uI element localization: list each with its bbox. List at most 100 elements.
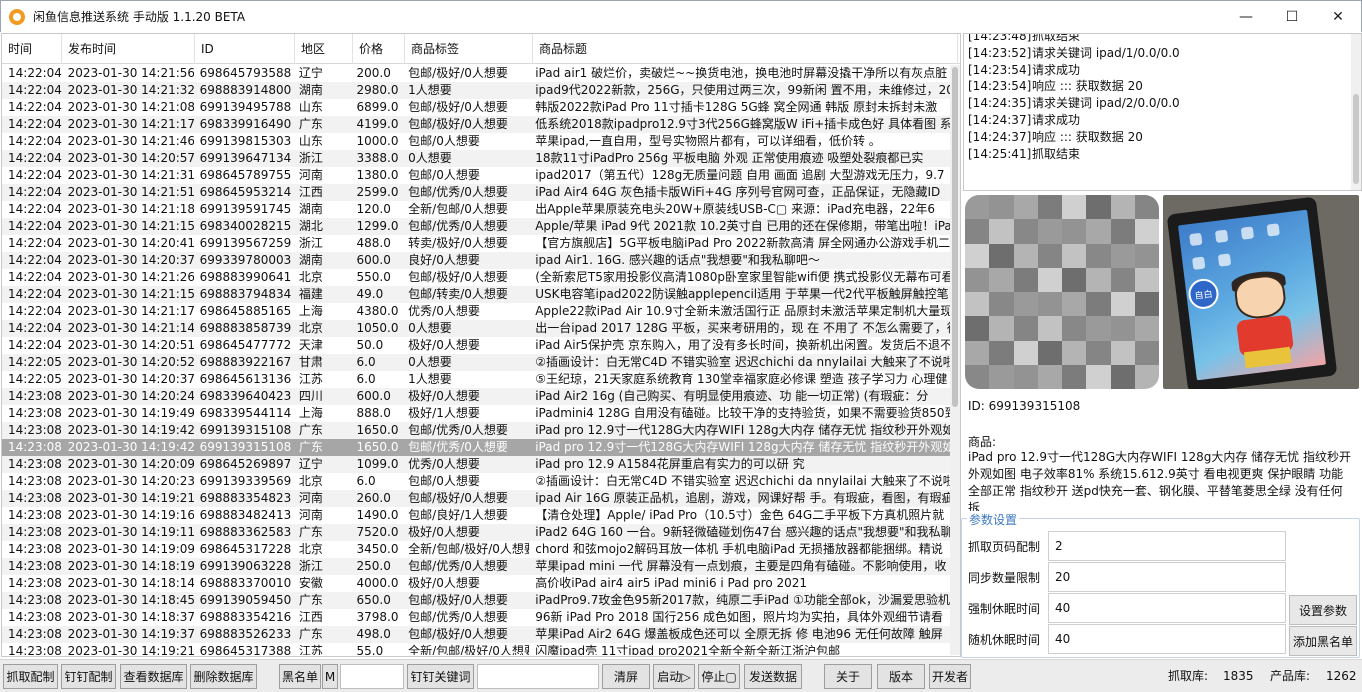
table-scrollbar-thumb[interactable] [952, 67, 958, 407]
column-header-tags[interactable]: 商品标签 [405, 34, 533, 64]
table-row[interactable]: 14:22:04 2023-01-30 14:21:15 698883794834 福… [2, 286, 951, 303]
table-cell: 福建 [298, 287, 323, 301]
send-data-button[interactable]: 发送数据 [744, 664, 802, 689]
table-cell: 包邮/极好/0人想要 [408, 117, 508, 131]
sync-limit-input[interactable]: 20 [1048, 562, 1286, 592]
table-row[interactable]: 14:23:08 2023-01-30 14:19:37 698883526233 广… [2, 626, 951, 643]
table-row[interactable]: 14:22:04 2023-01-30 14:21:17 698339916490 广… [2, 116, 951, 133]
table-row[interactable]: 14:22:04 2023-01-30 14:21:18 699139591745 湖… [2, 201, 951, 218]
table-cell: 上海 [298, 304, 323, 318]
table-cell: 闪魔ipad壳 11寸ipad pro2021全新全新全新江浙沪包邮 [535, 644, 841, 655]
table-cell: 全新/包邮/极好/0人想要 [408, 644, 530, 655]
table-row[interactable]: 14:22:04 2023-01-30 14:20:51 698645477772 天… [2, 337, 951, 354]
table-row[interactable]: 14:22:04 2023-01-30 14:21:46 699139815303 山… [2, 133, 951, 150]
table-row[interactable]: 14:23:08 2023-01-30 14:19:21 698645317388 江… [2, 643, 951, 655]
table-cell: 14:22:05 [8, 355, 62, 369]
table-row[interactable]: 14:23:08 2023-01-30 14:20:24 698339640423 四… [2, 388, 951, 405]
cartoon-character [1223, 268, 1303, 370]
column-header-id[interactable]: ID [195, 34, 295, 64]
random-sleep-input[interactable]: 40 [1048, 624, 1286, 654]
table-row[interactable]: 14:23:08 2023-01-30 14:19:49 698339544114 上… [2, 405, 951, 422]
table-cell: 2023-01-30 14:19:21 [67, 491, 194, 505]
table-row[interactable]: 14:23:08 2023-01-30 14:18:45 699139059450 广… [2, 592, 951, 609]
m-button[interactable]: M [322, 664, 338, 689]
table-row[interactable]: 14:23:08 2023-01-30 14:19:09 698645317228 北… [2, 541, 951, 558]
detail-goods-text: iPad pro 12.9寸一代128G大内存WIFI 128g大内存 储存无忧… [968, 450, 1351, 511]
log-scrollbar-thumb[interactable] [1353, 94, 1359, 184]
table-cell: 14:23:08 [8, 389, 62, 403]
table-cell: 2023-01-30 14:21:32 [67, 83, 194, 97]
blacklist-input[interactable] [340, 664, 404, 689]
log-scrollbar[interactable] [1351, 34, 1361, 190]
table-cell: Apple22款iPad Air 10.9寸全新未激活国行正 品原封未激活苹果定… [535, 304, 951, 318]
table-row[interactable]: 14:23:08 2023-01-30 14:18:37 698883354216 江… [2, 609, 951, 626]
dingding-keyword-input[interactable] [477, 664, 599, 689]
page-count-input[interactable]: 2 [1048, 531, 1286, 561]
developer-button[interactable]: 开发者 [929, 664, 971, 689]
version-button[interactable]: 版本 [877, 664, 925, 689]
table-row[interactable]: 14:22:04 2023-01-30 14:21:17 698645885165 上… [2, 303, 951, 320]
table-row[interactable]: 14:23:08 2023-01-30 14:18:19 699139063228 浙… [2, 558, 951, 575]
table-cell: 北京 [298, 542, 323, 556]
table-row[interactable]: 14:22:04 2023-01-30 14:21:51 698645953214 江… [2, 184, 951, 201]
table-row[interactable]: 14:22:05 2023-01-30 14:20:37 698645613136 江… [2, 371, 951, 388]
column-header-region[interactable]: 地区 [295, 34, 353, 64]
table-row[interactable]: 14:22:04 2023-01-30 14:21:31 698645789755 河… [2, 167, 951, 184]
table-cell: 安徽 [298, 576, 323, 590]
table-cell: 包邮/优秀/0人想要 [408, 559, 508, 573]
table-row[interactable]: 14:23:08 2023-01-30 14:19:21 698883354823 河… [2, 490, 951, 507]
clear-screen-button[interactable]: 清屏 [602, 664, 650, 689]
view-database-button[interactable]: 查看数据库 [120, 664, 187, 689]
table-cell: 包邮/优秀/0人想要 [408, 610, 508, 624]
tablet-screen: 自白 [1177, 209, 1327, 381]
table-row[interactable]: 14:23:08 2023-01-30 14:19:42 699139315108 广… [2, 422, 951, 439]
table-row[interactable]: 14:22:04 2023-01-30 14:20:57 699139647134 浙… [2, 150, 951, 167]
table-cell: 包邮/极好/0人想要 [408, 100, 508, 114]
table-cell: 14:22:04 [8, 185, 62, 199]
delete-database-button[interactable]: 删除数据库 [190, 664, 257, 689]
dingding-config-button[interactable]: 钉钉配制 [61, 664, 116, 689]
start-button[interactable]: 启动▷ [653, 664, 695, 689]
dingding-keyword-button[interactable]: 钉钉关键词 [407, 664, 474, 689]
table-scrollbar[interactable] [950, 65, 960, 655]
maximize-icon[interactable]: ☐ [1269, 1, 1315, 33]
minimize-icon[interactable]: — [1223, 1, 1269, 33]
table-row[interactable]: 14:22:04 2023-01-30 14:21:32 698883914800 湖… [2, 82, 951, 99]
table-cell: 包邮/转卖/0人想要 [408, 287, 508, 301]
table-cell: 698645317388 [199, 644, 292, 655]
table-row[interactable]: 14:23:08 2023-01-30 14:20:23 699139339569 北… [2, 473, 951, 490]
table-row[interactable]: 14:22:04 2023-01-30 14:21:26 698883990641 北… [2, 269, 951, 286]
table-row[interactable]: 14:22:04 2023-01-30 14:21:56 698645793588 辽… [2, 65, 951, 82]
table-row[interactable]: 14:22:04 2023-01-30 14:21:08 699139495788 山… [2, 99, 951, 116]
results-table: 时间 发布时间 ID 地区 价格 商品标签 商品标题 14:22:04 2023-… [1, 33, 961, 657]
table-cell: 湖南 [298, 83, 323, 97]
set-params-button[interactable]: 设置参数 [1289, 595, 1357, 625]
table-cell: 699139339569 [199, 474, 292, 488]
table-row[interactable]: 14:23:08 2023-01-30 14:18:14 698883370010 安… [2, 575, 951, 592]
grab-config-button[interactable]: 抓取配制 [3, 664, 58, 689]
stop-button[interactable]: 停止▢ [698, 664, 740, 689]
column-header-time[interactable]: 时间 [2, 34, 62, 64]
table-row[interactable]: 14:23:08 2023-01-30 14:19:11 698883362583 广… [2, 524, 951, 541]
table-row[interactable]: 14:22:04 2023-01-30 14:20:37 699339780003 湖… [2, 252, 951, 269]
table-cell: iPad pro 12.9 A1584花屏重启有实力的可以研 究 [535, 457, 805, 471]
table-row[interactable]: 14:23:08 2023-01-30 14:20:09 698645269897 辽… [2, 456, 951, 473]
add-blacklist-button[interactable]: 添加黑名单 [1289, 626, 1357, 656]
table-row[interactable]: 14:23:08 2023-01-30 14:19:42 699139315108 广… [2, 439, 951, 456]
table-cell: 14:23:08 [8, 457, 62, 471]
log-timestamp: [14:23:54] [968, 62, 1032, 77]
table-row[interactable]: 14:23:08 2023-01-30 14:19:16 698883482413 河… [2, 507, 951, 524]
table-row[interactable]: 14:22:04 2023-01-30 14:20:41 699139567259 浙… [2, 235, 951, 252]
table-row[interactable]: 14:22:04 2023-01-30 14:21:14 698883858739 北… [2, 320, 951, 337]
blacklist-button[interactable]: 黑名单 [279, 664, 321, 689]
column-header-price[interactable]: 价格 [353, 34, 405, 64]
force-sleep-input[interactable]: 40 [1048, 593, 1286, 623]
table-cell: 14:23:08 [8, 542, 62, 556]
column-header-publish-time[interactable]: 发布时间 [62, 34, 195, 64]
about-button[interactable]: 关于 [824, 664, 872, 689]
column-header-title[interactable]: 商品标题 [533, 34, 958, 64]
table-row[interactable]: 14:22:05 2023-01-30 14:20:52 698883922167 甘… [2, 354, 951, 371]
close-icon[interactable]: ✕ [1315, 1, 1361, 33]
table-row[interactable]: 14:22:04 2023-01-30 14:21:15 698340028215 湖… [2, 218, 951, 235]
table-cell: 14:23:08 [8, 423, 62, 437]
